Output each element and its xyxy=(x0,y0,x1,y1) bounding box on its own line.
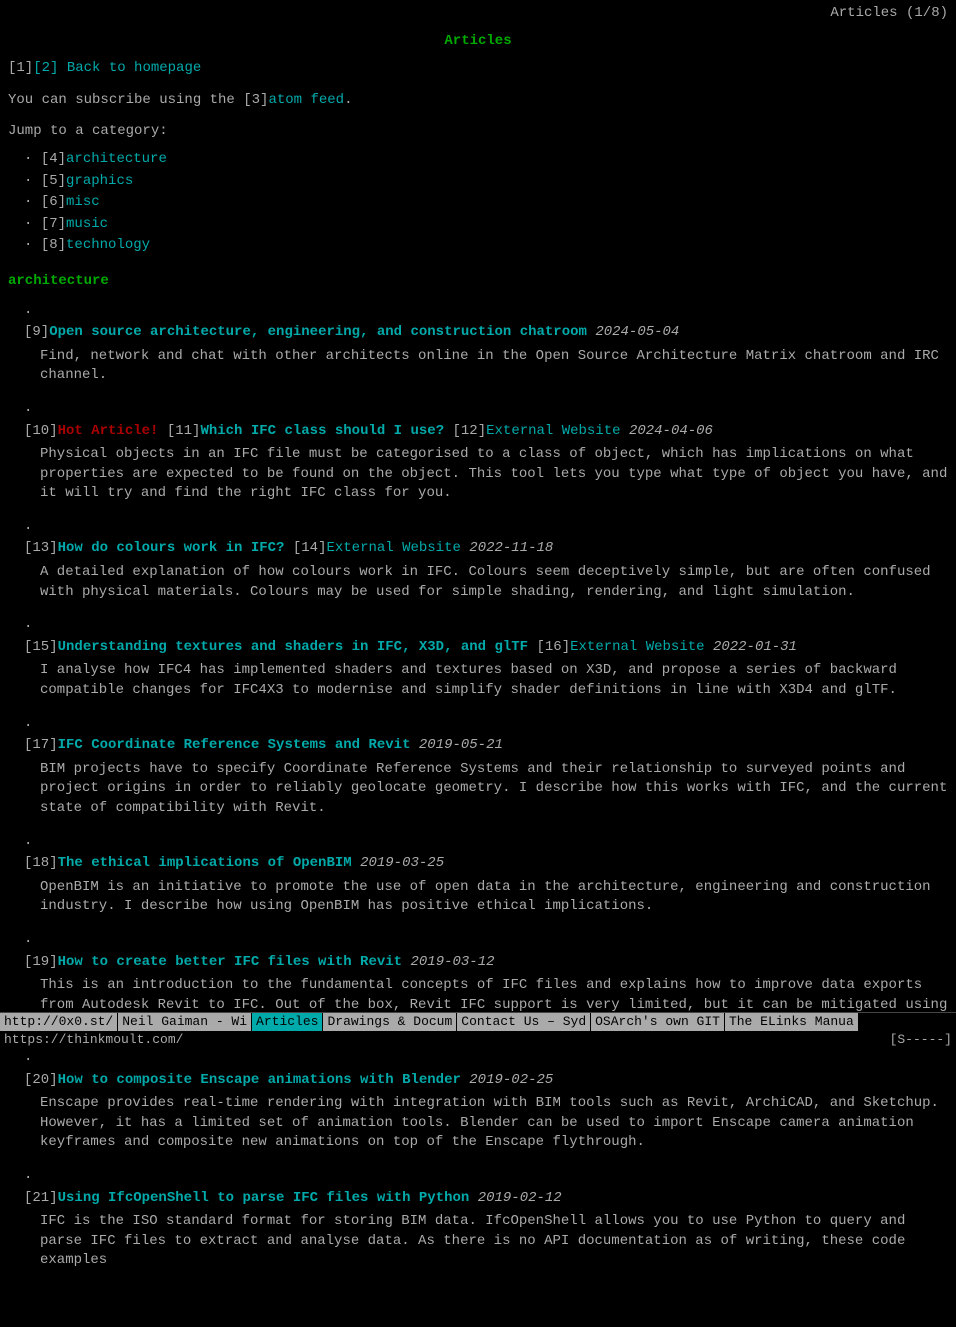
list-item: [15]Understanding textures and shaders i… xyxy=(24,618,948,700)
list-item: [20]How to composite Enscape animations … xyxy=(24,1051,948,1153)
subscribe-line: You can subscribe using the [3]atom feed… xyxy=(8,91,948,111)
section-heading-architecture: architecture xyxy=(8,272,948,292)
top-bar: Articles (1/8) xyxy=(0,0,956,28)
tab-0x0[interactable]: http://0x0.st/ xyxy=(0,1013,118,1031)
article-list-architecture: [9]Open source architecture, engineering… xyxy=(24,304,948,1271)
article-link-18[interactable]: The ethical implications of OpenBIM xyxy=(58,855,352,871)
article-desc-13: A detailed explanation of how colours wo… xyxy=(40,563,948,602)
article-title-line: [18]The ethical implications of OpenBIM … xyxy=(24,854,948,874)
category-list: [4]architecture [5]graphics [6]misc [7]m… xyxy=(24,150,948,256)
article-desc-17: BIM projects have to specify Coordinate … xyxy=(40,760,948,819)
back-link[interactable]: [2] xyxy=(33,60,58,76)
back-num1: [1] xyxy=(8,60,33,76)
article-link-17[interactable]: IFC Coordinate Reference Systems and Rev… xyxy=(58,737,411,753)
status-bottom-bar: https://thinkmoult.com/ [S-----] xyxy=(0,1031,956,1049)
hot-label: Hot Article! xyxy=(58,423,159,439)
atom-feed-link[interactable]: atom feed xyxy=(268,92,344,108)
article-title-line: [10]Hot Article! [11]Which IFC class sho… xyxy=(24,422,948,442)
tab-osarch-git[interactable]: OSArch's own GIT xyxy=(591,1013,725,1031)
back-separator xyxy=(58,60,66,76)
back-link-line: [1][2] Back to homepage xyxy=(8,59,948,79)
tab-neil-gaiman[interactable]: Neil Gaiman - Wi xyxy=(118,1013,252,1031)
article-title-line: [20]How to composite Enscape animations … xyxy=(24,1071,948,1091)
status-tab-bar: http://0x0.st/ Neil Gaiman - Wi Articles… xyxy=(0,1013,956,1031)
tab-articles[interactable]: Articles xyxy=(252,1013,323,1031)
category-item-misc: [6]misc xyxy=(24,193,948,213)
jump-label: Jump to a category: xyxy=(8,122,948,142)
article-title-line: [17]IFC Coordinate Reference Systems and… xyxy=(24,736,948,756)
article-link-21[interactable]: Using IfcOpenShell to parse IFC files wi… xyxy=(58,1190,470,1206)
page-title: Articles xyxy=(0,28,956,60)
article-link-20[interactable]: How to composite Enscape animations with… xyxy=(58,1072,461,1088)
article-desc-18: OpenBIM is an initiative to promote the … xyxy=(40,878,948,917)
article-title-line: [19]How to create better IFC files with … xyxy=(24,953,948,973)
back-homepage-link[interactable]: Back to homepage xyxy=(67,60,201,76)
articles-counter: Articles (1/8) xyxy=(830,4,948,24)
external-link-16[interactable]: External Website xyxy=(570,639,704,655)
list-item: [21]Using IfcOpenShell to parse IFC file… xyxy=(24,1169,948,1271)
status-url: https://thinkmoult.com/ xyxy=(4,1031,183,1049)
category-item-technology: [8]technology xyxy=(24,236,948,256)
list-item: [13]How do colours work in IFC? [14]Exte… xyxy=(24,520,948,602)
article-link-11[interactable]: Which IFC class should I use? xyxy=(200,423,444,439)
status-indicator: [S-----] xyxy=(890,1031,952,1049)
article-link-13[interactable]: How do colours work in IFC? xyxy=(58,540,285,556)
list-item: [9]Open source architecture, engineering… xyxy=(24,304,948,386)
external-link-14[interactable]: External Website xyxy=(326,540,460,556)
tab-elinks[interactable]: The ELinks Manua xyxy=(725,1013,859,1031)
category-item-music: [7]music xyxy=(24,215,948,235)
list-item: [18]The ethical implications of OpenBIM … xyxy=(24,835,948,917)
list-item: [17]IFC Coordinate Reference Systems and… xyxy=(24,717,948,819)
article-link-15[interactable]: Understanding textures and shaders in IF… xyxy=(58,639,528,655)
tab-drawings[interactable]: Drawings & Docum xyxy=(323,1013,457,1031)
article-link-9[interactable]: Open source architecture, engineering, a… xyxy=(49,324,587,340)
article-desc-15: I analyse how IFC4 has implemented shade… xyxy=(40,661,948,700)
category-item-architecture: [4]architecture xyxy=(24,150,948,170)
status-bar: http://0x0.st/ Neil Gaiman - Wi Articles… xyxy=(0,1012,956,1048)
article-desc-20: Enscape provides real-time rendering wit… xyxy=(40,1094,948,1153)
external-link-12[interactable]: External Website xyxy=(486,423,620,439)
category-link-technology[interactable]: technology xyxy=(66,237,150,253)
article-desc-9: Find, network and chat with other archit… xyxy=(40,347,948,386)
list-item: [10]Hot Article! [11]Which IFC class sho… xyxy=(24,402,948,504)
category-link-misc[interactable]: misc xyxy=(66,194,100,210)
article-link-19[interactable]: How to create better IFC files with Revi… xyxy=(58,954,402,970)
category-link-architecture[interactable]: architecture xyxy=(66,151,167,167)
category-link-graphics[interactable]: graphics xyxy=(66,173,133,189)
article-desc-21: IFC is the ISO standard format for stori… xyxy=(40,1212,948,1271)
category-item-graphics: [5]graphics xyxy=(24,172,948,192)
article-title-line: [13]How do colours work in IFC? [14]Exte… xyxy=(24,539,948,559)
subscribe-num: [3] xyxy=(243,92,268,108)
article-title-line: [15]Understanding textures and shaders i… xyxy=(24,638,948,658)
article-title-line: [9]Open source architecture, engineering… xyxy=(24,323,948,343)
article-desc-10: Physical objects in an IFC file must be … xyxy=(40,445,948,504)
article-title-line: [21]Using IfcOpenShell to parse IFC file… xyxy=(24,1189,948,1209)
category-link-music[interactable]: music xyxy=(66,216,108,232)
tab-contact[interactable]: Contact Us – Syd xyxy=(457,1013,591,1031)
